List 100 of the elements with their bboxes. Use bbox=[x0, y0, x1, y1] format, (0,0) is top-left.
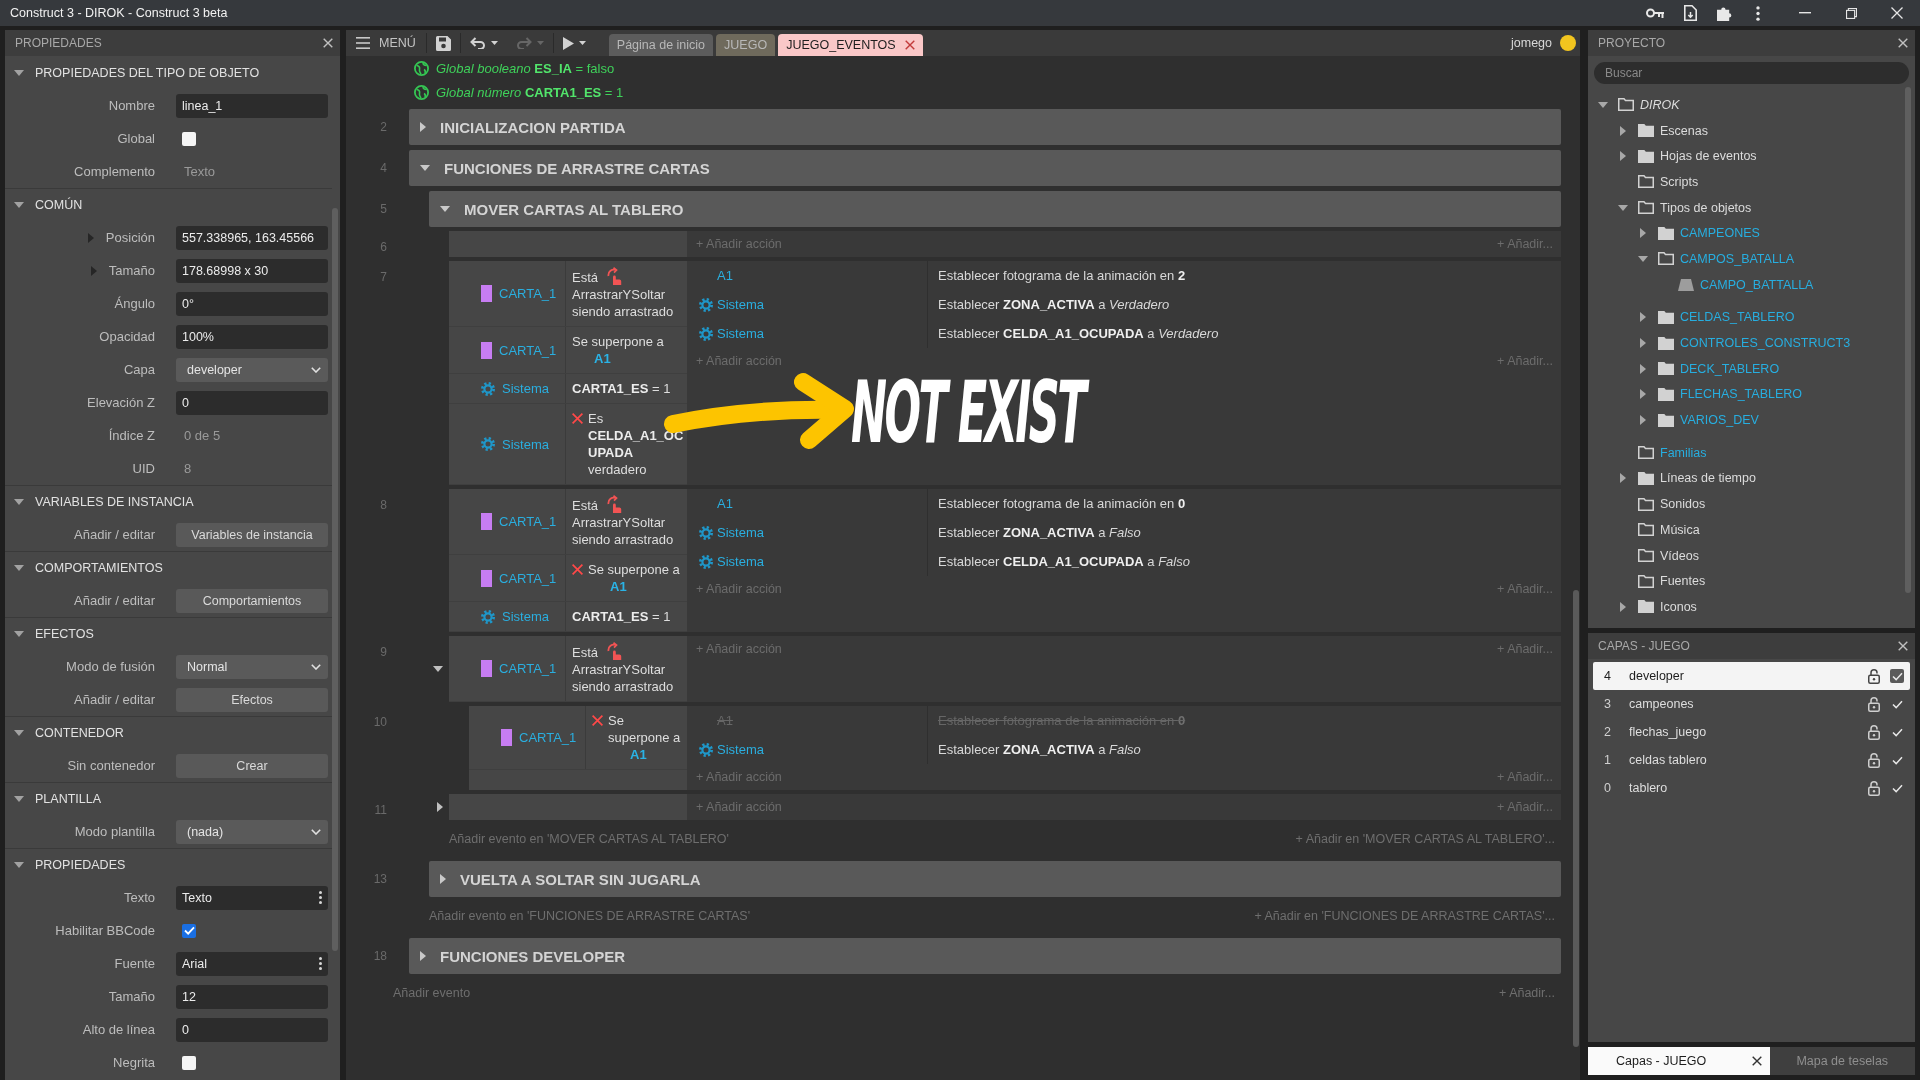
expand-triangle-icon[interactable] bbox=[1620, 601, 1626, 612]
more-options-icon[interactable] bbox=[319, 957, 322, 970]
collapse-triangle-icon[interactable] bbox=[14, 862, 24, 868]
layer-row[interactable]: 1 celdas tablero bbox=[1593, 746, 1910, 774]
expand-triangle-icon[interactable] bbox=[1640, 415, 1646, 426]
tree-item[interactable]: Iconos bbox=[1660, 599, 1697, 614]
input-field[interactable]: 100% bbox=[176, 324, 328, 349]
property-button[interactable]: Comportamientos bbox=[176, 588, 328, 613]
tree-item[interactable]: Escenas bbox=[1660, 123, 1708, 138]
expand-triangle-icon[interactable] bbox=[1640, 338, 1646, 349]
open-lock-icon[interactable] bbox=[1868, 780, 1880, 796]
search-field[interactable]: Buscar bbox=[1594, 62, 1909, 84]
expand-triangle-icon[interactable] bbox=[1620, 473, 1626, 484]
expand-triangle-icon[interactable] bbox=[1618, 204, 1628, 211]
dropdown[interactable]: (nada) bbox=[176, 819, 328, 844]
menu-button[interactable]: MENÚ bbox=[352, 30, 426, 56]
open-lock-icon[interactable] bbox=[1868, 696, 1880, 712]
input-field[interactable]: Texto bbox=[176, 885, 328, 910]
expand-triangle-icon[interactable] bbox=[1640, 389, 1646, 400]
expand-triangle-icon[interactable] bbox=[433, 666, 443, 672]
file-download-icon[interactable] bbox=[1684, 5, 1697, 21]
key-icon[interactable] bbox=[1646, 8, 1664, 18]
expand-triangle-icon[interactable] bbox=[420, 122, 426, 132]
expand-triangle-icon[interactable] bbox=[1620, 125, 1626, 136]
expand-triangle-icon[interactable] bbox=[1638, 255, 1648, 262]
close-icon[interactable] bbox=[323, 38, 333, 48]
puzzle-icon[interactable] bbox=[1717, 5, 1732, 21]
layer-row[interactable]: 2 flechas_juego bbox=[1593, 718, 1910, 746]
tab[interactable]: JUEGO_EVENTOS bbox=[778, 34, 923, 56]
tree-item[interactable]: CAMPO_BATTALLA bbox=[1700, 277, 1814, 292]
input-field[interactable]: 0 bbox=[176, 1017, 328, 1042]
checkbox[interactable] bbox=[182, 1055, 196, 1070]
collapse-triangle-icon[interactable] bbox=[14, 565, 24, 571]
property-button[interactable]: Efectos bbox=[176, 687, 328, 712]
collapse-triangle-icon[interactable] bbox=[14, 796, 24, 802]
expand-triangle-icon[interactable] bbox=[1640, 228, 1646, 239]
collapse-triangle-icon[interactable] bbox=[14, 69, 24, 76]
close-icon[interactable] bbox=[1898, 641, 1908, 651]
collapse-triangle-icon[interactable] bbox=[14, 499, 24, 505]
restore-icon[interactable] bbox=[1845, 7, 1857, 19]
tree-item[interactable]: Fuentes bbox=[1660, 574, 1706, 589]
tab[interactable]: Página de inicio bbox=[608, 34, 714, 56]
tree-item[interactable]: Música bbox=[1660, 522, 1700, 537]
tree-item[interactable]: Familias bbox=[1660, 445, 1707, 460]
tree-item[interactable]: VARIOS_DEV bbox=[1680, 413, 1759, 428]
dropdown[interactable]: developer bbox=[176, 357, 328, 382]
property-button[interactable]: Variables de instancia bbox=[176, 522, 328, 547]
expand-triangle-icon[interactable] bbox=[440, 206, 450, 212]
tree-item[interactable]: DIROK bbox=[1640, 97, 1680, 112]
open-lock-icon[interactable] bbox=[1868, 752, 1880, 768]
tree-item[interactable]: Tipos de objetos bbox=[1660, 200, 1752, 215]
more-options-icon[interactable] bbox=[319, 891, 322, 904]
expand-triangle-icon[interactable] bbox=[1598, 101, 1608, 108]
condition-row[interactable]: Sistema CARTA1_ES = 1 bbox=[449, 602, 687, 632]
avatar-icon[interactable] bbox=[1560, 35, 1576, 51]
expand-triangle-icon[interactable] bbox=[420, 951, 426, 961]
condition-row[interactable]: CARTA_1 Se superpone a A1 bbox=[449, 327, 687, 374]
condition-row[interactable]: CARTA_1 Está ArrastrarYSoltar siendo arrastrado bbox=[449, 636, 687, 702]
open-lock-icon[interactable] bbox=[1868, 724, 1880, 740]
property-button[interactable]: Crear bbox=[176, 753, 328, 778]
input-field[interactable]: linea_1 bbox=[176, 93, 328, 118]
layer-row[interactable]: 0 tablero bbox=[1593, 774, 1910, 802]
collapse-triangle-icon[interactable] bbox=[14, 202, 24, 208]
tab[interactable]: Capas - JUEGO bbox=[1588, 1047, 1770, 1075]
tree-item[interactable]: Sonidos bbox=[1660, 497, 1706, 512]
tree-item[interactable]: CELDAS_TABLERO bbox=[1680, 310, 1795, 325]
tree-item[interactable]: Líneas de tiempo bbox=[1660, 471, 1756, 486]
scrollbar-thumb[interactable] bbox=[1905, 87, 1911, 593]
checkbox[interactable] bbox=[182, 923, 196, 938]
input-field[interactable]: Arial bbox=[176, 951, 328, 976]
collapse-triangle-icon[interactable] bbox=[14, 730, 24, 736]
input-field[interactable]: 12 bbox=[176, 984, 328, 1009]
tree-item[interactable]: Scripts bbox=[1660, 174, 1699, 189]
collapse-triangle-icon[interactable] bbox=[14, 631, 24, 637]
tree-item[interactable]: Vídeos bbox=[1660, 548, 1699, 563]
tree-item[interactable]: CAMPEONES bbox=[1680, 226, 1760, 241]
tree-item[interactable]: Hojas de eventos bbox=[1660, 149, 1757, 164]
scrollbar-thumb[interactable] bbox=[332, 208, 338, 951]
visibility-checkbox[interactable] bbox=[1890, 669, 1904, 683]
more-options-icon[interactable] bbox=[1756, 5, 1760, 21]
tree-item[interactable]: FLECHAS_TABLERO bbox=[1680, 387, 1803, 402]
input-field[interactable]: 557.338965, 163.45566 bbox=[176, 225, 328, 250]
close-icon[interactable] bbox=[1898, 38, 1908, 48]
tree-item[interactable]: DECK_TABLERO bbox=[1680, 361, 1780, 376]
input-field[interactable]: 178.68998 x 30 bbox=[176, 258, 328, 283]
layer-row[interactable]: 4 developer bbox=[1593, 662, 1910, 690]
tree-item[interactable]: CAMPOS_BATALLA bbox=[1680, 251, 1795, 266]
condition-row[interactable]: CARTA_1 Se superpone a A1 bbox=[449, 555, 687, 602]
expand-triangle-icon[interactable] bbox=[440, 874, 446, 884]
open-lock-icon[interactable] bbox=[1868, 668, 1880, 684]
expand-triangle-icon[interactable] bbox=[1640, 363, 1646, 374]
scrollbar-thumb[interactable] bbox=[1573, 590, 1579, 1047]
checkbox[interactable] bbox=[182, 131, 196, 146]
layer-row[interactable]: 3 campeones bbox=[1593, 690, 1910, 718]
close-icon[interactable] bbox=[1751, 1056, 1762, 1066]
expand-triangle-icon[interactable] bbox=[437, 802, 443, 812]
input-field[interactable]: 0 bbox=[176, 390, 328, 415]
tree-item[interactable]: CONTROLES_CONSTRUCT3 bbox=[1680, 336, 1851, 351]
minimize-icon[interactable] bbox=[1799, 12, 1811, 14]
expand-triangle-icon[interactable] bbox=[1620, 151, 1626, 162]
